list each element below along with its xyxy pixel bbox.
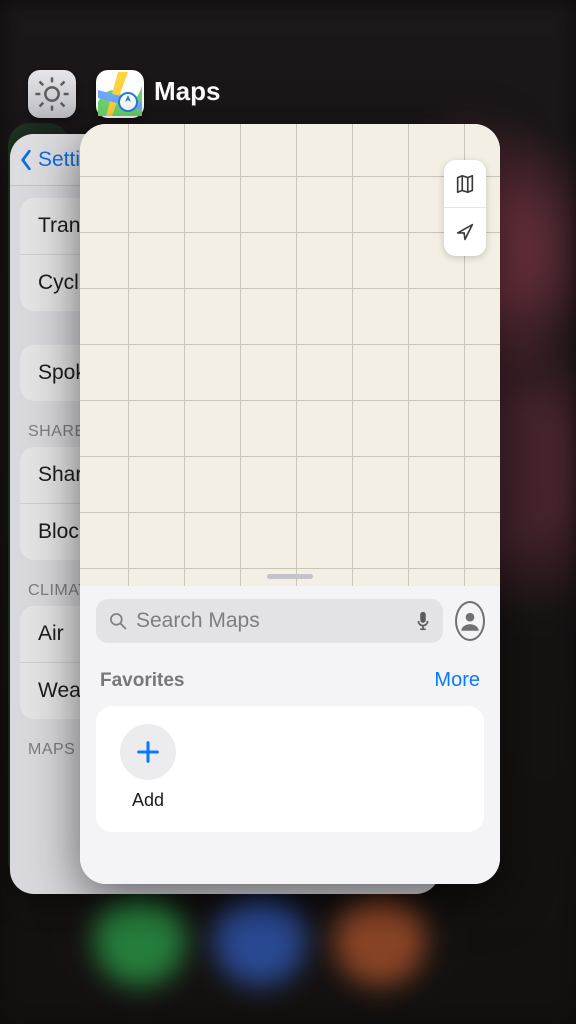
- map-mode-button[interactable]: [444, 160, 486, 208]
- add-favorite-label: Add: [116, 790, 180, 811]
- maps-icon: [98, 72, 142, 116]
- favorites-panel: Add: [96, 706, 484, 832]
- search-field[interactable]: [96, 599, 443, 643]
- front-app-title: Maps: [154, 76, 220, 107]
- settings-app-icon[interactable]: [28, 70, 76, 118]
- location-arrow-icon: [454, 221, 476, 243]
- search-input[interactable]: [136, 609, 407, 633]
- sheet-grabber[interactable]: [267, 574, 313, 579]
- favorites-more-link[interactable]: More: [434, 669, 480, 692]
- locate-me-button[interactable]: [444, 208, 486, 256]
- add-favorite-button[interactable]: Add: [116, 724, 180, 811]
- person-icon: [457, 608, 483, 634]
- maps-bottom-sheet[interactable]: Favorites More Add: [80, 586, 500, 884]
- microphone-icon[interactable]: [415, 610, 431, 632]
- app-card-maps[interactable]: Favorites More Add: [80, 124, 500, 884]
- map-layers-icon: [454, 173, 476, 195]
- gear-icon: [32, 74, 72, 114]
- favorites-title: Favorites: [100, 670, 184, 692]
- map-canvas[interactable]: [80, 124, 500, 604]
- account-button[interactable]: [455, 601, 485, 641]
- map-controls: [444, 160, 486, 256]
- plus-icon: [134, 738, 162, 766]
- search-icon: [108, 611, 128, 631]
- maps-app-icon[interactable]: [96, 70, 144, 118]
